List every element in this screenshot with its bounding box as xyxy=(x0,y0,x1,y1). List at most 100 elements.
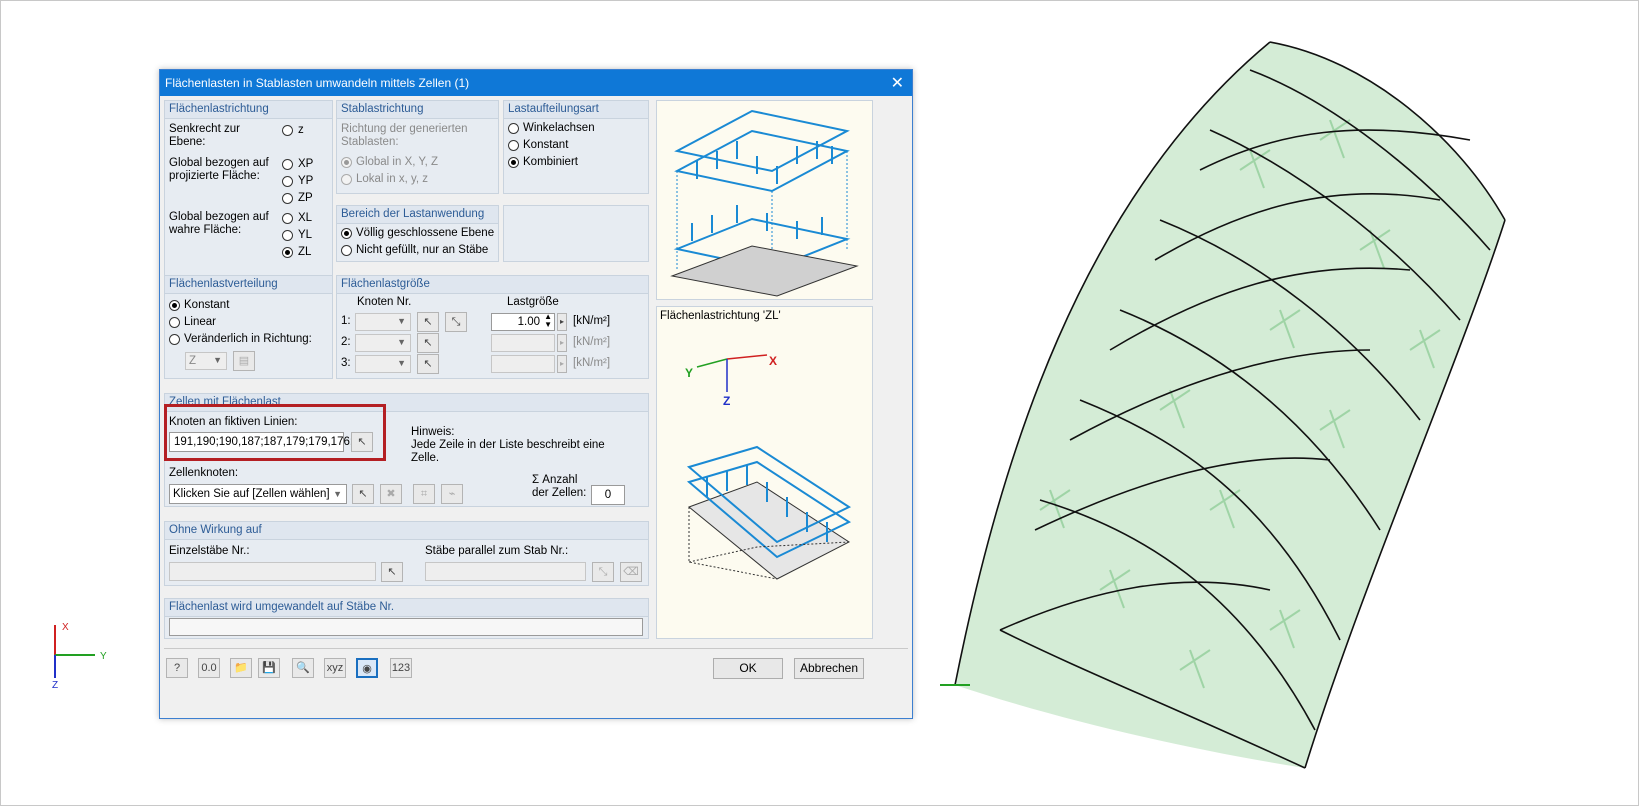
radio-not-filled[interactable] xyxy=(341,245,352,256)
ok-button[interactable]: OK xyxy=(713,658,783,679)
view-eye-icon[interactable]: ◉ xyxy=(356,658,378,678)
global-axis-icon: X Y Z xyxy=(52,622,107,690)
axis-x-label: X xyxy=(62,622,69,633)
radio-zl[interactable] xyxy=(282,247,293,258)
radio-local-xyz[interactable] xyxy=(341,174,352,185)
cancel-button[interactable]: Abbrechen xyxy=(794,658,864,679)
load3-input[interactable] xyxy=(491,355,555,373)
radio-closed-plane[interactable] xyxy=(341,228,352,239)
search-icon[interactable]: 🔍 xyxy=(292,658,314,678)
load1-more-button[interactable]: ▸ xyxy=(557,313,567,331)
cells-count-label: Σ Anzahl der Zellen: xyxy=(532,474,587,499)
parallel-members-pick-icon[interactable]: ⤡ xyxy=(592,562,614,582)
empty-group xyxy=(503,205,649,262)
delete-cells-icon[interactable]: ✖ xyxy=(380,484,402,504)
radio-dist-variable[interactable] xyxy=(169,334,180,345)
variable-axis-value: Z xyxy=(189,355,197,367)
member-direction-header: Stablastrichtung xyxy=(341,103,424,115)
dialog-titlebar: Flächenlasten in Stablasten umwandeln mi… xyxy=(160,70,912,96)
radio-zp[interactable] xyxy=(282,193,293,204)
radio-dist-constant[interactable] xyxy=(169,300,180,311)
numbering-icon[interactable]: 123 xyxy=(390,658,412,678)
help-icon[interactable]: ? xyxy=(166,658,188,678)
variable-direction-button[interactable]: ▤ xyxy=(233,351,255,371)
range-header: Bereich der Lastanwendung xyxy=(341,208,485,220)
radio-z[interactable] xyxy=(282,125,293,136)
cells-count-value: 0 xyxy=(604,489,612,501)
distribution-type-header: Lastaufteilungsart xyxy=(508,103,599,115)
radio-xp[interactable] xyxy=(282,159,293,170)
radio-constant-dist-label: Konstant xyxy=(523,139,569,151)
cells-tool1-icon[interactable]: ⌗ xyxy=(413,484,435,504)
load-distribution-group: Flächenlastverteilung Konstant Linear Ve… xyxy=(164,275,333,379)
node1-pick-icon[interactable]: ↖ xyxy=(417,312,439,332)
radio-yl-label: YL xyxy=(298,229,313,241)
parallel-members-label: Stäbe parallel zum Stab Nr.: xyxy=(425,545,569,557)
units-icon[interactable]: 0.0 xyxy=(198,658,220,678)
convert-surface-loads-dialog: Flächenlasten in Stablasten umwandeln mi… xyxy=(159,69,913,719)
radio-global-xyz-label: Global in X, Y, Z xyxy=(356,156,439,168)
axis-z-label: Z xyxy=(52,680,58,690)
parallel-members-input[interactable] xyxy=(425,562,586,581)
node2-select[interactable]: ▼ xyxy=(355,334,411,352)
radio-xl[interactable] xyxy=(282,213,293,224)
model-axis-icon xyxy=(940,684,970,686)
single-members-label: Einzelstäbe Nr.: xyxy=(169,545,250,557)
row1-label: 1: xyxy=(341,315,351,327)
single-members-input[interactable] xyxy=(169,562,376,581)
radio-angle-label: Winkelachsen xyxy=(523,122,595,134)
save-icon[interactable]: 💾 xyxy=(258,658,280,678)
radio-dist-linear[interactable] xyxy=(169,317,180,328)
axis-y-label: Y xyxy=(100,651,107,662)
node3-pick-icon[interactable]: ↖ xyxy=(417,354,439,374)
row3-label: 3: xyxy=(341,357,351,369)
load1-value: 1.00 xyxy=(517,316,540,328)
cell-nodes-label: Zellenknoten: xyxy=(169,467,239,479)
radio-constant-dist[interactable] xyxy=(508,140,519,151)
coordinates-icon[interactable]: xyz xyxy=(324,658,346,678)
radio-dist-variable-label: Veränderlich in Richtung: xyxy=(184,333,312,345)
single-members-pick-icon[interactable]: ↖ xyxy=(381,562,403,582)
unit2-label: [kN/m²] xyxy=(573,336,611,348)
load-distribution-header: Flächenlastverteilung xyxy=(169,278,278,290)
load1-input[interactable]: 1.00 ▲ ▼ xyxy=(491,313,555,331)
radio-combined[interactable] xyxy=(508,157,519,168)
node3-select[interactable]: ▼ xyxy=(355,355,411,373)
radio-combined-label: Kombiniert xyxy=(523,156,578,168)
radio-zp-label: ZP xyxy=(298,192,313,204)
close-icon[interactable]: ✕ xyxy=(891,73,904,93)
radio-dist-linear-label: Linear xyxy=(184,316,216,328)
variable-axis-select[interactable]: Z ▼ xyxy=(185,352,227,370)
node1-pick-multi-icon[interactable]: ⤡ xyxy=(445,312,467,332)
load3-more-button[interactable]: ▸ xyxy=(557,355,567,373)
cells-tool2-icon[interactable]: ⌁ xyxy=(441,484,463,504)
preview-bottom: Flächenlastrichtung 'ZL' X Y Z xyxy=(656,306,873,639)
parallel-members-clear-icon[interactable]: ⌫ xyxy=(620,562,642,582)
hint-title: Hinweis: xyxy=(411,426,455,438)
direction-zl-illustration: X Y Z xyxy=(685,354,852,580)
select-cells-icon[interactable]: ↖ xyxy=(352,484,374,504)
load2-input[interactable] xyxy=(491,334,555,352)
cell-nodes-select[interactable]: Klicken Sie auf [Zellen wählen] ▼ xyxy=(169,484,347,504)
radio-global-xyz[interactable] xyxy=(341,157,352,168)
member-direction-desc: Richtung der generierten Stablasten: xyxy=(341,123,468,148)
radio-yl[interactable] xyxy=(282,230,293,241)
radio-not-filled-label: Nicht gefüllt, nur an Stäbe xyxy=(356,244,489,256)
open-folder-icon[interactable]: 📁 xyxy=(230,658,252,678)
zl-axis-x-label: X xyxy=(769,354,777,368)
load-size-header: Flächenlastgröße xyxy=(341,278,430,290)
radio-yp[interactable] xyxy=(282,176,293,187)
node1-select[interactable]: ▼ xyxy=(355,313,411,331)
direction-header: Flächenlastrichtung xyxy=(169,103,269,115)
radio-yp-label: YP xyxy=(298,175,314,187)
radio-angle[interactable] xyxy=(508,123,519,134)
vault-model-view xyxy=(940,41,1506,769)
zl-axis-y-label: Y xyxy=(685,366,693,380)
perpendicular-label: Senkrecht zur Ebene: xyxy=(169,123,240,148)
node2-pick-icon[interactable]: ↖ xyxy=(417,333,439,353)
global-projected-label: Global bezogen auf projizierte Fläche: xyxy=(169,157,269,182)
radio-z-label: z xyxy=(298,124,304,136)
zl-axis-z-label: Z xyxy=(723,394,730,408)
converted-members-field xyxy=(169,618,643,636)
load2-more-button[interactable]: ▸ xyxy=(557,334,567,352)
